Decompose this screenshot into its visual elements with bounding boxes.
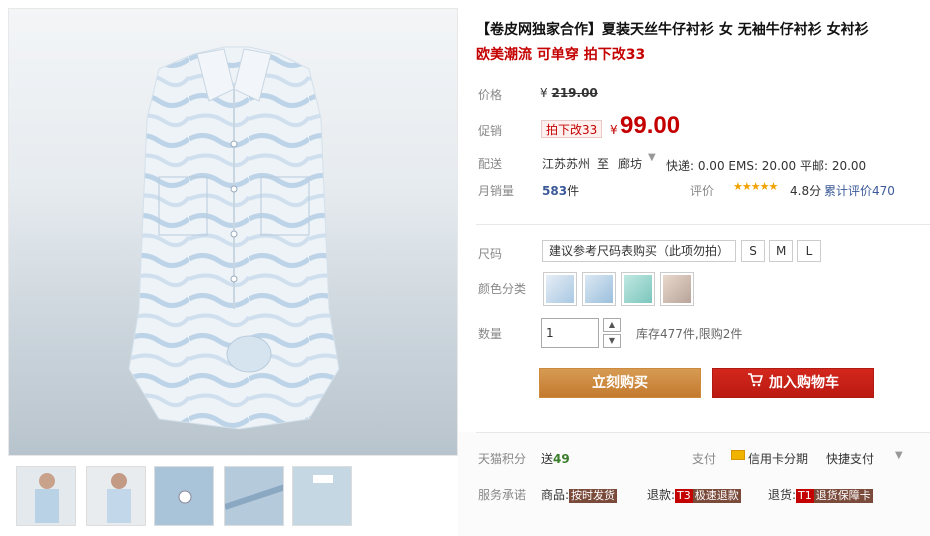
thumbnail-5[interactable]	[292, 466, 352, 526]
promo-price: 99.00	[620, 112, 681, 139]
credit-card-icon	[731, 450, 745, 460]
sales-unit: 件	[567, 184, 580, 198]
original-price: ¥ 219.00	[540, 86, 598, 100]
thumbnail-3[interactable]	[154, 466, 214, 526]
chevron-down-icon[interactable]: ▼	[648, 152, 656, 163]
color-swatch-1[interactable]	[543, 272, 577, 306]
chevron-down-icon[interactable]: ▼	[895, 450, 903, 461]
thumbnail-4[interactable]	[224, 466, 284, 526]
color-swatch-2[interactable]	[582, 272, 616, 306]
service-return-badge[interactable]: 退货保障卡	[813, 489, 873, 503]
ship-to-word: 至	[597, 157, 610, 171]
size-option-l[interactable]: L	[797, 240, 821, 262]
reviews-link[interactable]: 累计评价470	[824, 182, 895, 199]
product-title: 【卷皮网独家合作】夏装天丝牛仔衬衫 女 无袖牛仔衬衫 女衬衫	[476, 22, 869, 38]
service-refund-label: 退款:	[647, 488, 676, 502]
rating-score: 4.8分	[790, 184, 822, 198]
quantity-increase-button[interactable]: ▲	[603, 318, 621, 332]
currency-symbol: ¥	[540, 86, 548, 100]
buy-now-button[interactable]: 立刻购买	[539, 368, 701, 398]
star-rating-icon: ★★★★★	[733, 180, 778, 193]
service-refund-badge[interactable]: 极速退款	[692, 489, 741, 503]
size-option-m[interactable]: M	[769, 240, 793, 262]
promo-label: 促销	[478, 124, 503, 138]
points-info: 送49	[541, 450, 570, 467]
sales-label: 月销量	[478, 184, 515, 198]
thumbnail-2[interactable]	[86, 466, 146, 526]
color-swatch-3[interactable]	[621, 272, 655, 306]
service-panel	[458, 432, 930, 536]
promo-badge: 拍下改33	[541, 120, 603, 138]
service-goods-label: 商品:	[541, 488, 570, 502]
payment-label: 支付	[692, 452, 717, 466]
stock-info: 库存477件,限购2件	[636, 327, 743, 341]
points-text: 送	[541, 452, 554, 466]
service-return-code: T1	[796, 489, 814, 503]
service-goods: 商品: 按时发货	[541, 486, 618, 503]
quantity-input[interactable]	[541, 318, 599, 348]
rating-label: 评价	[690, 184, 715, 198]
size-option-guide[interactable]: 建议参考尺码表购买（此项勿拍）	[542, 240, 737, 262]
service-return: 退货: T1 退货保障卡	[768, 486, 873, 503]
main-product-image[interactable]	[8, 8, 458, 456]
promo-currency: ¥	[610, 123, 618, 137]
price-label: 价格	[478, 88, 503, 102]
points-label: 天猫积分	[478, 452, 527, 466]
ship-from: 江苏苏州	[542, 157, 591, 171]
service-return-label: 退货:	[768, 488, 797, 502]
color-label: 颜色分类	[478, 282, 527, 296]
original-price-value: 219.00	[551, 86, 598, 100]
divider	[476, 224, 930, 225]
color-swatch-4[interactable]	[660, 272, 694, 306]
divider	[476, 432, 930, 433]
size-label: 尺码	[478, 247, 503, 261]
sales-count: 583件	[542, 182, 579, 199]
size-option-s[interactable]: S	[741, 240, 765, 262]
cart-icon	[747, 369, 764, 397]
quantity-decrease-button[interactable]: ▼	[603, 334, 621, 348]
services-label: 服务承诺	[478, 488, 527, 502]
add-to-cart-button[interactable]: 加入购物车	[712, 368, 874, 398]
thumbnail-1[interactable]	[16, 466, 76, 526]
shipping-label: 配送	[478, 157, 503, 171]
service-goods-badge[interactable]: 按时发货	[569, 489, 618, 503]
service-refund-code: T3	[675, 489, 693, 503]
quantity-label: 数量	[478, 327, 503, 341]
sales-count-value: 583	[542, 184, 568, 198]
ship-destination-selector[interactable]: 廊坊	[618, 155, 642, 172]
quick-pay-option[interactable]: 快捷支付	[826, 450, 874, 467]
service-refund: 退款: T3 极速退款	[647, 486, 741, 503]
add-to-cart-label: 加入购物车	[769, 375, 839, 391]
product-subtitle: 欧美潮流 可单穿 拍下改33	[476, 47, 646, 63]
shipping-fees: 快递: 0.00 EMS: 20.00 平邮: 20.00	[666, 159, 867, 173]
points-value: 49	[553, 452, 570, 466]
credit-installment-option[interactable]: 信用卡分期	[748, 450, 808, 467]
